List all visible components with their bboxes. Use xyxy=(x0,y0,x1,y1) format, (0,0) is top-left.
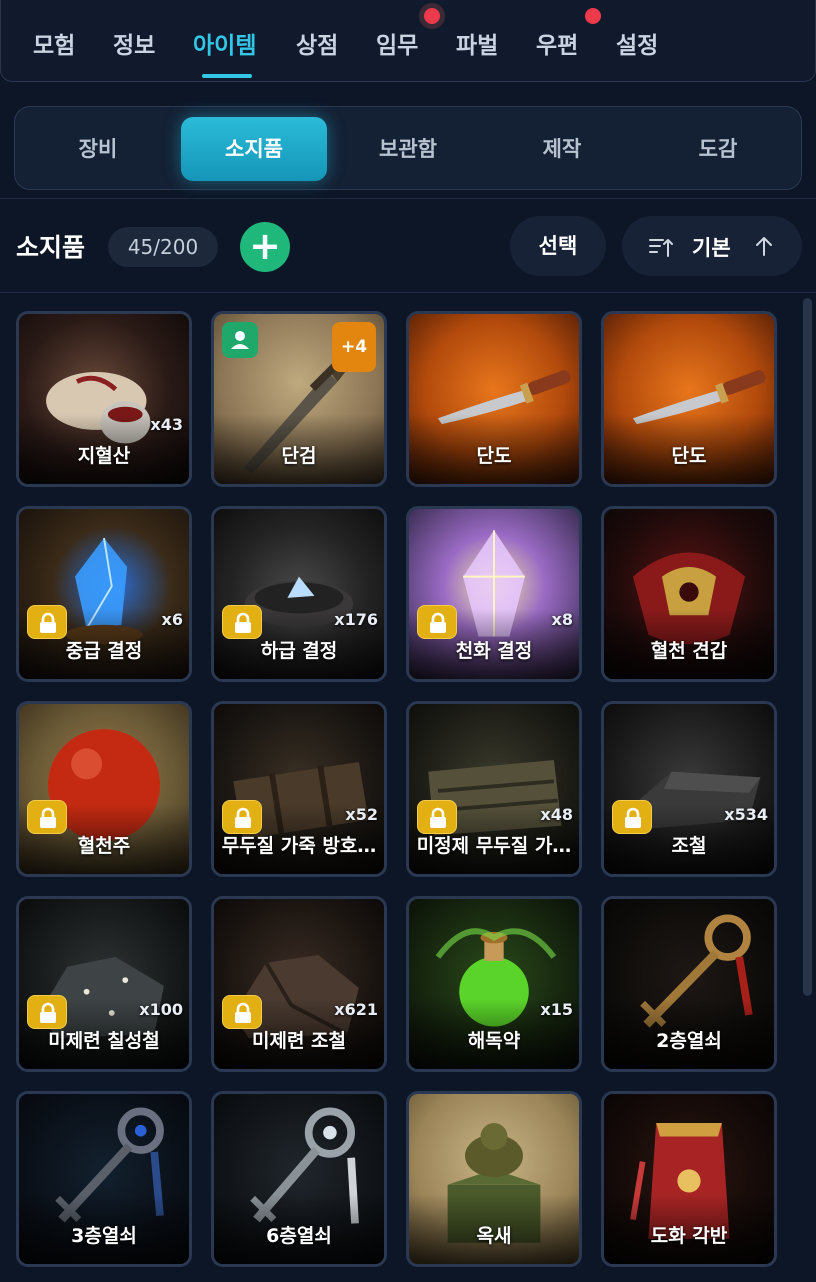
item-card[interactable]: 단도 xyxy=(601,311,777,487)
item-quantity: x621 xyxy=(334,1000,378,1019)
item-card[interactable]: x43 지혈산 xyxy=(16,311,192,487)
lock-icon[interactable] xyxy=(27,605,67,639)
item-card[interactable]: +4 단검 xyxy=(211,311,387,487)
item-name: 혈천주 xyxy=(77,835,131,857)
item-name: 조철 xyxy=(671,835,707,857)
expand-inventory-button[interactable]: + xyxy=(240,222,290,272)
nav-tab-info[interactable]: 정보 xyxy=(113,26,155,60)
item-name: 단도 xyxy=(671,445,707,467)
item-quantity: x52 xyxy=(345,805,378,824)
item-card[interactable]: x621 미제련 조철 xyxy=(211,896,387,1072)
item-card[interactable]: x100 미제련 칠성철 xyxy=(16,896,192,1072)
lock-icon[interactable] xyxy=(222,605,262,639)
lock-icon[interactable] xyxy=(417,800,457,834)
item-quantity: x100 xyxy=(139,1000,183,1019)
lock-icon[interactable] xyxy=(417,605,457,639)
item-quantity: x176 xyxy=(334,610,378,629)
enhance-level-badge: +4 xyxy=(332,322,376,372)
item-quantity: x8 xyxy=(551,610,573,629)
lock-icon[interactable] xyxy=(222,800,262,834)
nav-tab-items[interactable]: 아이템 xyxy=(193,26,256,60)
subtab-belongings[interactable]: 소지품 xyxy=(181,117,327,181)
item-quantity: x43 xyxy=(150,415,183,434)
nav-tab-faction[interactable]: 파벌 xyxy=(456,26,498,60)
item-name: 3층열쇠 xyxy=(71,1225,137,1247)
item-name: 중급 결정 xyxy=(65,640,143,662)
item-name: 2층열쇠 xyxy=(656,1030,722,1052)
sort-button[interactable]: 기본 xyxy=(622,216,802,276)
nav-tab-settings[interactable]: 설정 xyxy=(616,26,658,60)
subtab-crafting[interactable]: 제작 xyxy=(489,117,635,181)
item-quantity: x48 xyxy=(540,805,573,824)
item-quantity: x534 xyxy=(724,805,768,824)
item-name: 단검 xyxy=(281,445,317,467)
top-nav: 모험 정보 아이템 상점 임무 파벌 우편 설정 xyxy=(0,0,816,82)
divider xyxy=(0,198,816,199)
item-name: 무두질 가죽 방호… xyxy=(221,835,377,857)
nav-tab-mail[interactable]: 우편 xyxy=(536,26,578,60)
scrollbar[interactable] xyxy=(803,298,812,996)
inventory-count: 45/200 xyxy=(108,227,218,267)
item-card[interactable]: 옥새 xyxy=(406,1091,582,1267)
item-name: 미정제 무두질 가… xyxy=(416,835,572,857)
select-button[interactable]: 선택 xyxy=(510,216,606,276)
item-card[interactable]: 혈천 견갑 xyxy=(601,506,777,682)
item-card[interactable]: 도화 각반 xyxy=(601,1091,777,1267)
item-quantity: x15 xyxy=(540,1000,573,1019)
lock-icon[interactable] xyxy=(27,800,67,834)
sub-tab-bar: 장비 소지품 보관함 제작 도감 xyxy=(14,106,802,190)
sort-icon xyxy=(649,239,673,257)
quest-notification-dot xyxy=(424,8,440,24)
item-card[interactable]: 혈천주 xyxy=(16,701,192,877)
item-card[interactable]: 3층열쇠 xyxy=(16,1091,192,1267)
item-card[interactable]: 단도 xyxy=(406,311,582,487)
arrow-up-icon xyxy=(756,237,772,256)
item-card[interactable]: 6층열쇠 xyxy=(211,1091,387,1267)
item-card[interactable]: 2층열쇠 xyxy=(601,896,777,1072)
item-quantity: x6 xyxy=(161,610,183,629)
mail-notification-dot xyxy=(585,8,601,24)
item-card[interactable]: x15 해독약 xyxy=(406,896,582,1072)
item-card[interactable]: x534 조철 xyxy=(601,701,777,877)
item-name: 혈천 견갑 xyxy=(650,640,728,662)
item-name: 하급 결정 xyxy=(260,640,338,662)
equipped-user-icon xyxy=(222,322,258,358)
item-name: 옥새 xyxy=(476,1225,512,1247)
item-card[interactable]: x48 미정제 무두질 가… xyxy=(406,701,582,877)
active-tab-indicator xyxy=(202,74,252,78)
sort-label: 기본 xyxy=(692,236,731,260)
item-card[interactable]: x8 천화 결정 xyxy=(406,506,582,682)
item-name: 미제련 칠성철 xyxy=(48,1030,160,1052)
nav-tab-quest[interactable]: 임무 xyxy=(376,26,418,60)
item-card[interactable]: x52 무두질 가죽 방호… xyxy=(211,701,387,877)
item-name: 지혈산 xyxy=(77,445,131,467)
subtab-storage[interactable]: 보관함 xyxy=(335,117,481,181)
nav-tab-shop[interactable]: 상점 xyxy=(296,26,338,60)
item-card[interactable]: x176 하급 결정 xyxy=(211,506,387,682)
item-name: 6층열쇠 xyxy=(266,1225,332,1247)
lock-icon[interactable] xyxy=(222,995,262,1029)
lock-icon[interactable] xyxy=(612,800,652,834)
item-name: 단도 xyxy=(476,445,512,467)
item-name: 해독약 xyxy=(467,1030,521,1052)
item-name: 천화 결정 xyxy=(455,640,533,662)
nav-tab-adventure[interactable]: 모험 xyxy=(33,26,75,60)
subtab-collection[interactable]: 도감 xyxy=(643,117,793,181)
item-name: 도화 각반 xyxy=(650,1225,728,1247)
subtab-equipment[interactable]: 장비 xyxy=(25,117,171,181)
lock-icon[interactable] xyxy=(27,995,67,1029)
divider xyxy=(0,292,816,293)
item-name: 미제련 조철 xyxy=(251,1030,346,1052)
inventory-title: 소지품 xyxy=(16,233,86,262)
item-card[interactable]: x6 중급 결정 xyxy=(16,506,192,682)
